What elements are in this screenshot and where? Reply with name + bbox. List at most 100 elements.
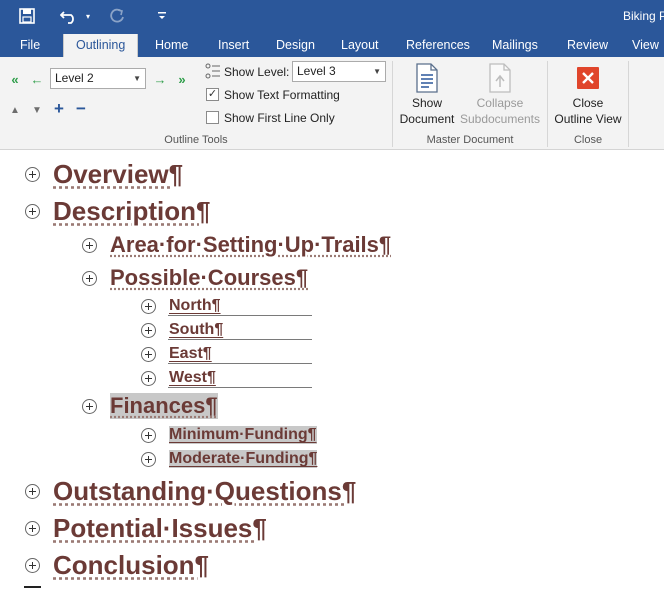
outline-item[interactable]: Description¶ [25, 196, 211, 226]
outline-heading-2: Area·for·Setting·Up·Trails¶ [110, 232, 391, 258]
tab-layout[interactable]: Layout [341, 33, 379, 57]
outline-item[interactable]: West¶ [141, 368, 216, 388]
tab-file[interactable]: File [20, 33, 40, 57]
outline-item[interactable]: South¶ [141, 320, 223, 340]
chevron-down-icon: ▼ [133, 69, 141, 88]
show-level-icon [205, 63, 221, 79]
demote-to-body-text-icon[interactable]: » [173, 70, 191, 88]
collapsed-content-line [168, 363, 312, 364]
expand-plus-icon[interactable] [141, 452, 156, 467]
expand-plus-icon[interactable] [25, 167, 40, 182]
outline-heading-3: Minimum·Funding¶ [169, 426, 317, 444]
close-group-label: Close [548, 134, 628, 146]
outline-item[interactable]: Outstanding·Questions¶ [25, 476, 356, 506]
show-level-select[interactable]: Level 3 ▼ [292, 61, 386, 82]
show-level-label: Show Level: [224, 65, 289, 79]
ribbon: « ← Level 2 ▼ → » ▲ ▼ + − Show Level: Le… [0, 57, 664, 150]
expand-plus-icon[interactable] [25, 204, 40, 219]
save-icon[interactable] [14, 4, 40, 28]
master-document-group-label: Master Document [393, 134, 547, 146]
expand-plus-icon[interactable] [82, 399, 97, 414]
show-first-line-only-label: Show First Line Only [224, 111, 335, 125]
outline-item[interactable]: Overview¶ [25, 159, 183, 189]
collapse-subdocuments-label-line2: Subdocuments [460, 111, 540, 127]
tab-design[interactable]: Design [276, 33, 315, 57]
expand-plus-icon[interactable] [25, 558, 40, 573]
tab-outlining[interactable]: Outlining [63, 34, 138, 57]
document-title: Biking P [623, 9, 664, 23]
outline-item[interactable]: Conclusion¶ [25, 550, 209, 580]
group-divider [628, 61, 629, 147]
outline-heading-2: Possible·Courses¶ [110, 265, 308, 291]
show-document-icon [412, 61, 442, 95]
collapsed-content-line [168, 315, 312, 316]
expand-plus-icon[interactable] [25, 521, 40, 536]
outline-item-selected[interactable]: Moderate·Funding¶ [141, 449, 317, 469]
chevron-down-icon: ▼ [373, 62, 381, 81]
outline-heading-3: South¶ [169, 321, 223, 339]
collapsed-content-line [168, 387, 312, 388]
outline-heading-2: Finances¶ [110, 393, 218, 419]
title-bar: ▾ Biking P [0, 0, 664, 33]
outline-heading-1: Description¶ [53, 196, 211, 227]
expand-plus-icon[interactable] [82, 271, 97, 286]
outline-heading-3: North¶ [169, 297, 221, 315]
expand-icon[interactable]: + [50, 100, 68, 118]
tab-home[interactable]: Home [155, 33, 188, 57]
expand-plus-icon[interactable] [141, 347, 156, 362]
close-outline-view-button[interactable]: Close Outline View [551, 61, 625, 127]
move-up-icon[interactable]: ▲ [6, 101, 24, 119]
outline-heading-3: Moderate·Funding¶ [169, 450, 317, 468]
outline-heading-3: West¶ [169, 369, 216, 387]
tab-review[interactable]: Review [567, 33, 608, 57]
tab-mailings[interactable]: Mailings [492, 33, 538, 57]
show-document-label-line1: Show [412, 95, 442, 111]
expand-plus-icon[interactable] [25, 484, 40, 499]
end-of-document-mark [24, 586, 41, 588]
outline-heading-1: Outstanding·Questions¶ [53, 476, 356, 507]
promote-icon[interactable]: ← [28, 70, 46, 88]
outline-tools-group-label: Outline Tools [0, 134, 392, 146]
show-text-formatting-checkbox[interactable]: ✓ [206, 88, 219, 101]
customize-qat-icon[interactable] [154, 4, 170, 28]
show-first-line-only-checkbox[interactable] [206, 111, 219, 124]
show-document-label-line2: Document [400, 111, 455, 127]
outline-heading-1: Potential·Issues¶ [53, 513, 267, 544]
undo-icon[interactable] [58, 4, 80, 28]
outline-item[interactable]: Possible·Courses¶ [82, 265, 308, 291]
outline-document: Overview¶ Description¶ Area·for·Setting·… [0, 151, 664, 590]
outline-level-select[interactable]: Level 2 ▼ [50, 68, 146, 89]
collapse-subdocuments-label-line1: Collapse [477, 95, 524, 111]
show-document-button[interactable]: Show Document [396, 61, 458, 127]
expand-plus-icon[interactable] [141, 323, 156, 338]
tab-references[interactable]: References [406, 33, 470, 57]
outline-item[interactable]: East¶ [141, 344, 212, 364]
collapsed-content-line [168, 339, 312, 340]
close-outline-view-label-line2: Outline View [554, 111, 621, 127]
outline-item[interactable]: Potential·Issues¶ [25, 513, 267, 543]
outline-item[interactable]: North¶ [141, 296, 221, 316]
tab-insert[interactable]: Insert [218, 33, 249, 57]
expand-plus-icon[interactable] [82, 238, 97, 253]
collapse-subdocuments-button[interactable]: Collapse Subdocuments [458, 61, 542, 127]
show-text-formatting-label: Show Text Formatting [224, 88, 340, 102]
tab-view[interactable]: View [632, 33, 659, 57]
move-down-icon[interactable]: ▼ [28, 101, 46, 119]
outline-heading-1: Conclusion¶ [53, 550, 209, 581]
close-outline-view-label-line1: Close [573, 95, 604, 111]
show-level-value: Level 3 [297, 64, 336, 78]
expand-plus-icon[interactable] [141, 428, 156, 443]
promote-to-heading1-icon[interactable]: « [6, 70, 24, 88]
expand-plus-icon[interactable] [141, 299, 156, 314]
outline-heading-1: Overview¶ [53, 159, 183, 190]
demote-icon[interactable]: → [151, 70, 169, 88]
undo-dropdown-icon[interactable]: ▾ [82, 4, 94, 28]
outline-item-selected[interactable]: Finances¶ [82, 393, 218, 419]
outline-item-selected[interactable]: Minimum·Funding¶ [141, 425, 317, 445]
outline-level-value: Level 2 [55, 71, 94, 85]
redo-icon[interactable] [106, 4, 128, 28]
outline-heading-3: East¶ [169, 345, 212, 363]
collapse-icon[interactable]: − [72, 100, 90, 118]
expand-plus-icon[interactable] [141, 371, 156, 386]
outline-item[interactable]: Area·for·Setting·Up·Trails¶ [82, 232, 391, 258]
